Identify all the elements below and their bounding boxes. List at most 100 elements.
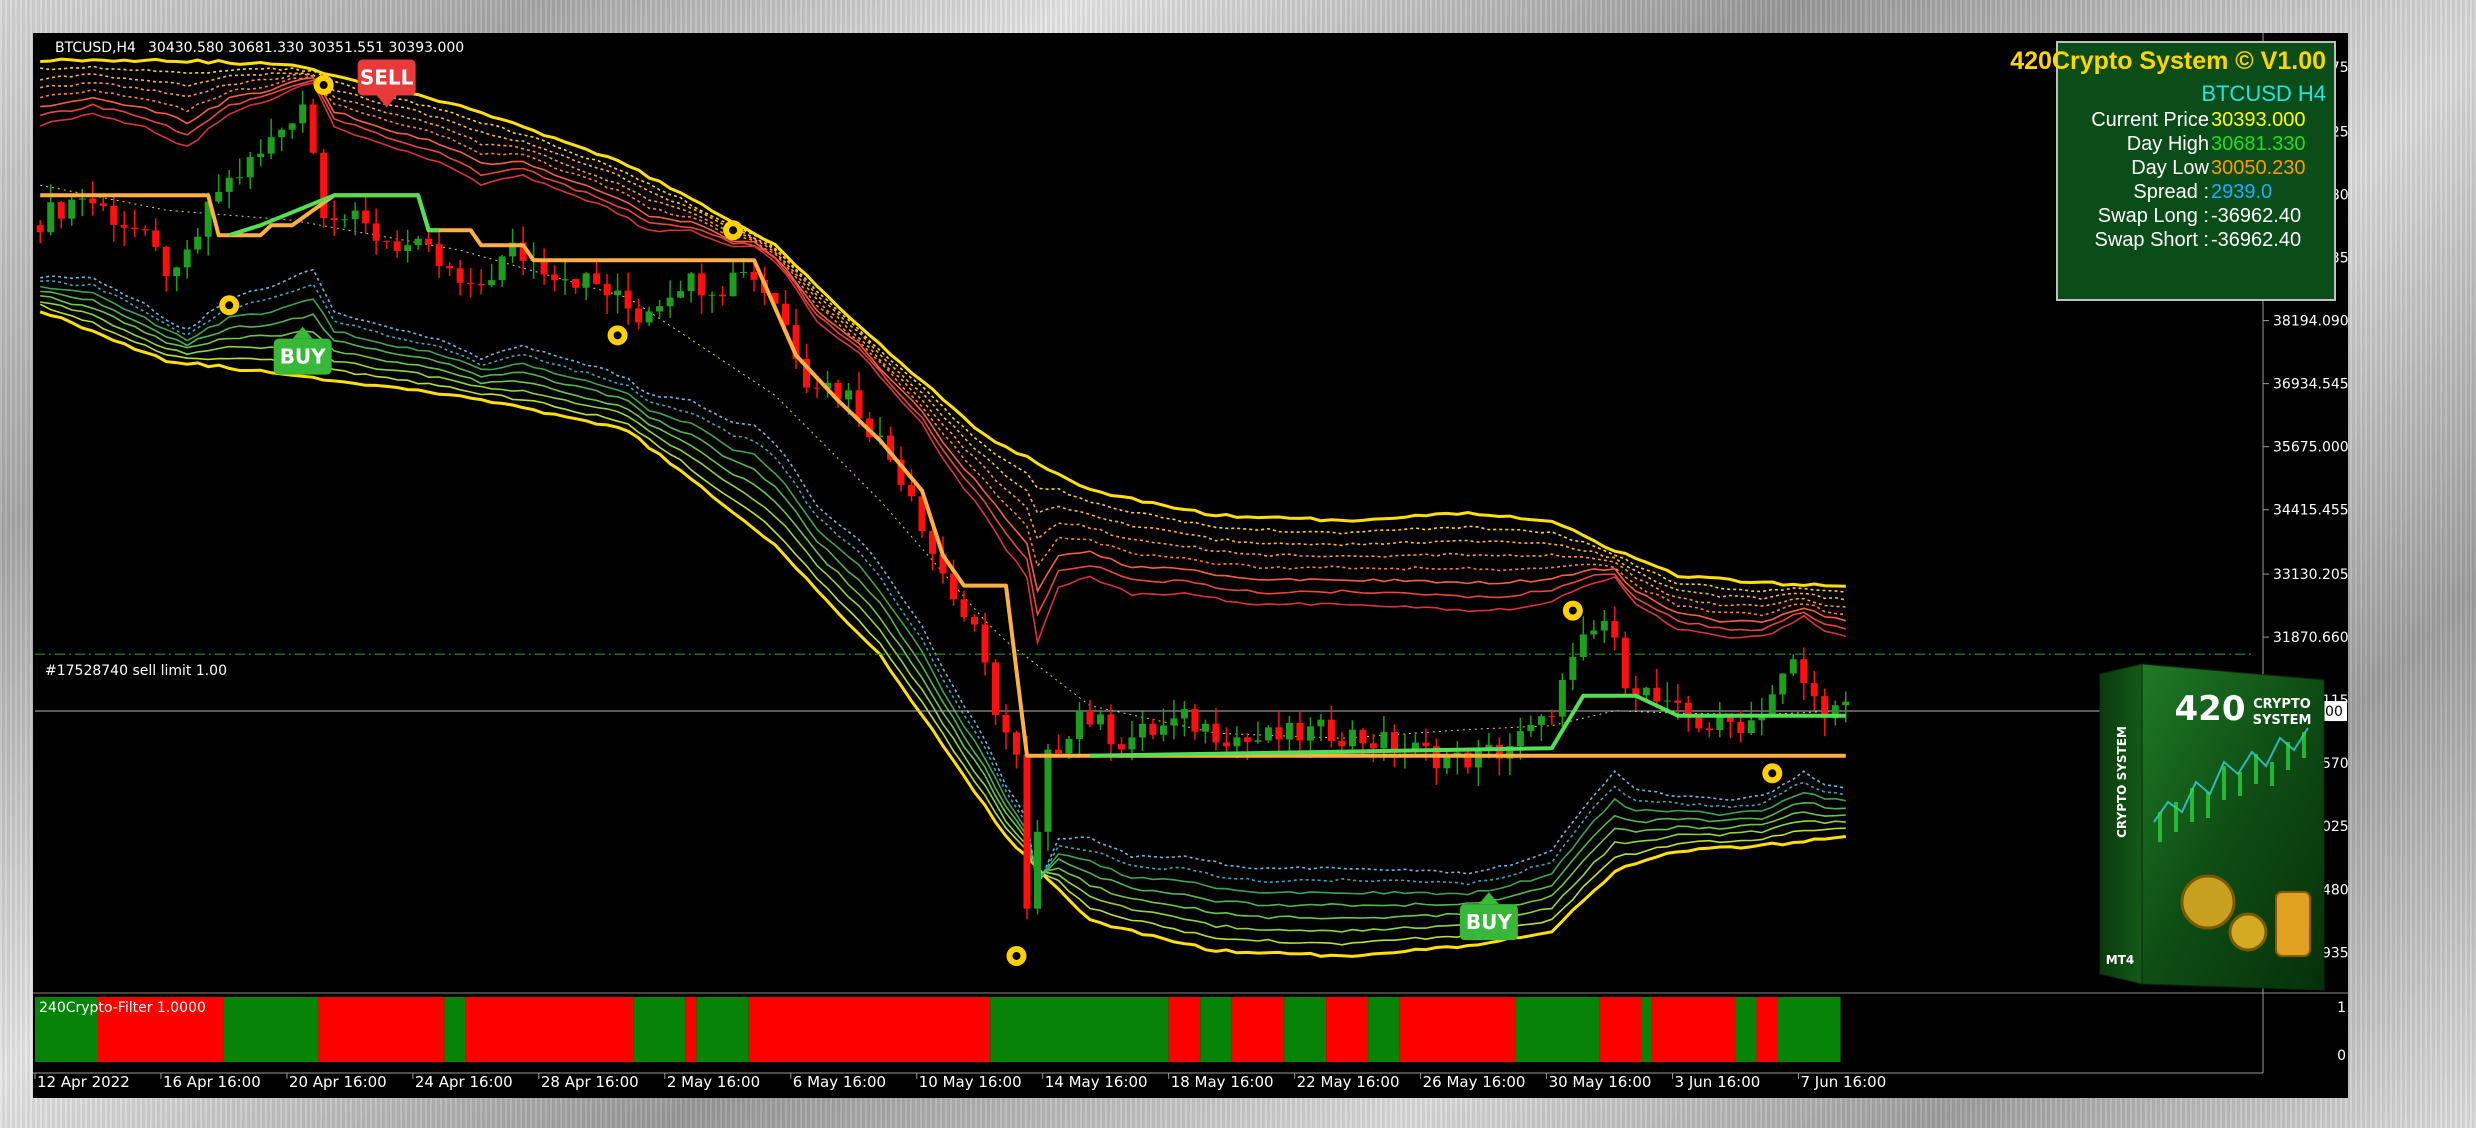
candle-body [215,191,223,202]
price-chart[interactable]: SELLBUYBUY 43257.97541972.72540713.18039… [33,33,2348,1098]
candle-body [991,662,999,716]
y-tick-label: 33130.205 [2273,567,2348,583]
volatility-bands [39,57,1847,958]
candle [330,200,338,236]
candle [446,262,454,276]
candle-body [1264,727,1272,741]
y-tick-label: 31870.660 [2273,630,2348,646]
info-row-value: 30681.330 [2211,133,2306,155]
candle [1222,727,1230,754]
candle-body [173,267,181,277]
candle-body [1075,710,1083,739]
candle [278,127,286,152]
x-tick-label: 10 May 16:00 [919,1073,1022,1091]
x-tick-label: 30 May 16:00 [1549,1073,1652,1091]
pivot-marker-icon [1762,763,1783,784]
candle-body [1044,749,1052,832]
filter-bar [748,997,991,1062]
candle-body [1642,687,1650,696]
filter-bar [1200,997,1232,1062]
candle-body [362,210,370,224]
candle-body [561,279,569,281]
filter-bar [696,997,749,1062]
candle [1548,709,1556,726]
candle-body [1002,715,1010,733]
candle [1611,606,1619,651]
candle [1275,710,1283,757]
pivot-marker-icon [723,220,744,241]
candle-body [435,244,443,267]
candle [981,612,989,676]
info-row: Current Price 30393.000 [2058,109,2334,133]
filter-bar [318,997,445,1062]
candle [362,195,370,235]
candle [1747,701,1755,735]
candle [89,181,97,216]
x-tick-label: 24 Apr 16:00 [415,1073,513,1091]
candle-body [582,273,590,288]
candle-body [225,177,233,192]
candle-body [1842,701,1850,706]
filter-bar [1651,997,1736,1062]
chart-window[interactable]: SELLBUYBUY 43257.97541972.72540713.18039… [33,33,2348,1098]
candle-body [593,273,601,284]
candle-body [1285,722,1293,740]
candle-body [446,266,454,269]
info-row-label: Swap Short : [2094,229,2209,251]
filter-bar [1599,997,1642,1062]
candle-body [729,272,737,297]
candle [36,220,44,244]
candle [1327,705,1335,748]
candle [1411,731,1419,758]
filter-axis-top: 1 [2337,1000,2346,1016]
candle-body [855,390,863,419]
candle [603,273,611,315]
candle [383,240,391,249]
order-line-label[interactable]: #17528740 sell limit 1.00 [45,663,227,679]
candle-body [1159,725,1167,735]
candle-body [141,229,149,231]
product-name-2: SYSTEM [2253,713,2312,728]
candle [551,265,559,292]
candle-body [57,202,65,219]
pivot-hole [1012,951,1021,960]
candle-body [845,390,853,400]
candle [1705,722,1713,738]
candle-body [1380,731,1388,749]
candle [1317,714,1325,742]
info-row-label: Spread : [2133,181,2209,203]
candle [488,263,496,288]
candle [1107,704,1115,762]
candle [1632,675,1640,711]
candle-body [1789,659,1797,674]
candle-body [1768,694,1776,716]
candle [498,254,506,287]
candle [1464,748,1472,774]
candle-body [1338,740,1346,747]
candle [1138,711,1146,751]
candle [1579,616,1587,661]
candle [572,278,580,294]
candle-body [78,198,86,200]
candle [666,280,674,318]
candle [236,158,244,185]
candle [288,123,296,139]
candle-body [467,282,475,284]
x-tick-label: 16 Apr 16:00 [163,1073,261,1091]
candle-body [1359,729,1367,744]
candle-body [1558,679,1566,717]
candle-body [1674,700,1682,703]
y-tick-label: 34415.455 [2273,503,2348,519]
candle [1170,699,1178,740]
candle-body [677,291,685,298]
candle [456,259,464,296]
filter-bar [1641,997,1652,1062]
info-row: Day High 30681.330 [2058,133,2334,157]
info-title: 420Crypto System © V1.00 [2010,47,2326,75]
candle-body [1537,716,1545,725]
y-tick-label: 38194.090 [2273,314,2348,330]
candle [1149,718,1157,740]
candle [1033,819,1041,915]
candle-body [1012,732,1020,755]
candle [1474,739,1482,787]
